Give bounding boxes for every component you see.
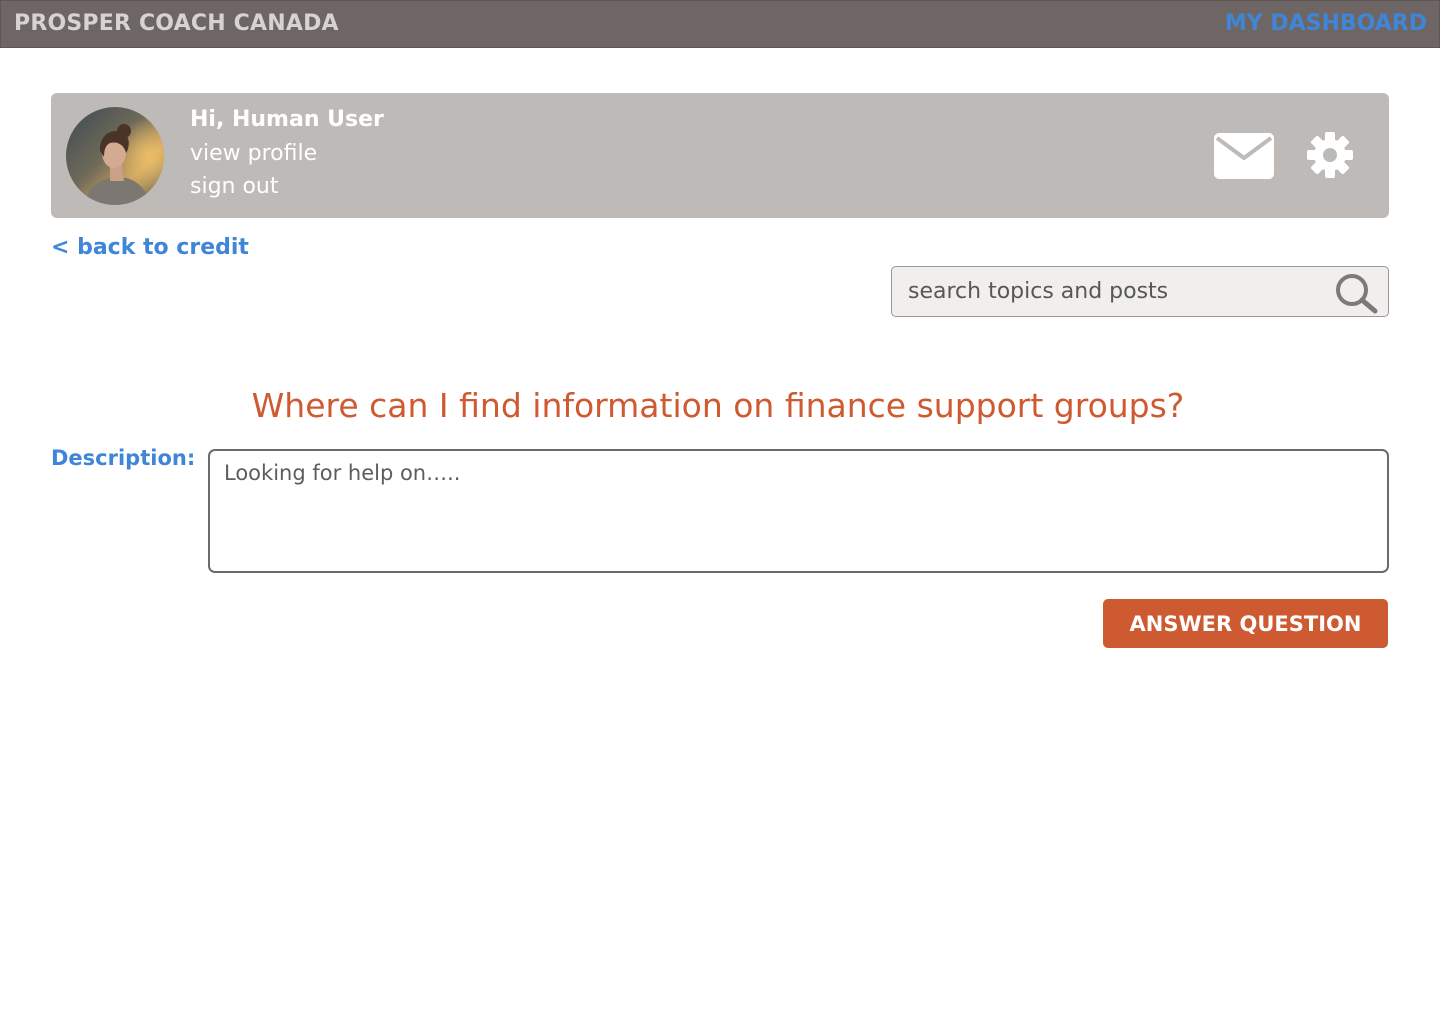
user-greeting: Hi, Human User <box>190 107 384 132</box>
brand-title: PROSPER COACH CANADA <box>14 11 339 36</box>
sign-out-link[interactable]: sign out <box>190 174 279 199</box>
avatar[interactable] <box>66 107 164 205</box>
description-field[interactable] <box>208 449 1389 573</box>
description-label: Description: <box>51 446 196 470</box>
search-bar <box>891 266 1389 317</box>
user-avatar-photo-icon <box>66 107 164 205</box>
search-input[interactable] <box>908 267 1328 316</box>
view-profile-link[interactable]: view profile <box>190 141 317 166</box>
answer-question-button[interactable]: ANSWER QUESTION <box>1103 599 1388 648</box>
mail-icon[interactable] <box>1214 133 1274 179</box>
top-bar: PROSPER COACH CANADA MY DASHBOARD <box>0 0 1440 48</box>
gear-icon[interactable] <box>1306 131 1354 179</box>
search-icon[interactable] <box>1332 271 1380 315</box>
my-dashboard-link[interactable]: MY DASHBOARD <box>1225 11 1427 36</box>
profile-card: Hi, Human User view profile sign out <box>51 93 1389 218</box>
question-title: Where can I find information on finance … <box>251 386 1185 425</box>
back-to-credit-link[interactable]: < back to credit <box>51 235 249 260</box>
